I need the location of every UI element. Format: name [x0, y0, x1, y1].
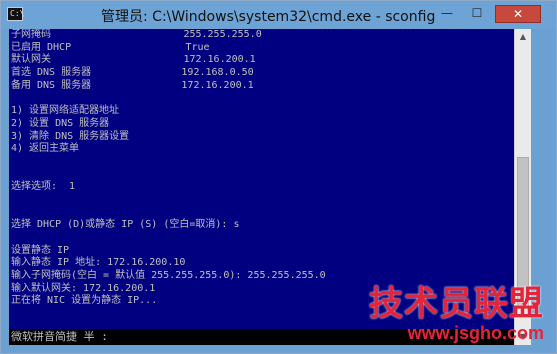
console-line: 输入静态 IP 地址: 172.16.200.10: [11, 257, 186, 269]
console-line: 已启用 DHCP True: [11, 41, 210, 53]
cmd-app-icon[interactable]: C:\: [7, 7, 25, 21]
minimize-button[interactable]: —: [433, 5, 461, 23]
watermark-url: www.jsgho.com: [407, 323, 544, 343]
maximize-button[interactable]: ☐: [463, 5, 491, 23]
console-line: 子网掩码 255.255.255.0: [11, 29, 262, 40]
console-line: 正在将 NIC 设置为静态 IP...: [11, 295, 158, 307]
console-line: 选择 DHCP (D)或静态 IP (S) (空白=取消): s: [11, 219, 240, 231]
console-line: 设置静态 IP: [11, 244, 70, 256]
watermark-site-name: 技术员联盟: [369, 284, 544, 324]
console-line: 首选 DNS 服务器 192.168.0.50: [11, 67, 254, 79]
site-watermark: 技术员联盟 www.jsgho.com: [369, 285, 544, 343]
console-line: 4) 返回主菜单: [11, 143, 80, 155]
console-output: 子网掩码 255.255.255.0 已启用 DHCP True 默认网关 17…: [11, 29, 326, 308]
console-line: 输入默认网关: 172.16.200.1: [11, 282, 156, 294]
window-title: 管理员: C:\Windows\system32\cmd.exe - sconf…: [101, 9, 436, 25]
console-line: 备用 DNS 服务器 172.16.200.1: [11, 79, 254, 91]
close-button[interactable]: ✕: [495, 5, 541, 23]
cmd-window: C:\ 管理员: C:\Windows\system32\cmd.exe - s…: [0, 0, 557, 354]
console-line: 输入子网掩码(空白 = 默认值 255.255.255.0): 255.255.…: [11, 270, 326, 282]
console-line: 3) 清除 DNS 服务器设置: [11, 130, 130, 142]
cmd-app-icon-label: C:\: [10, 9, 25, 18]
console-line: 默认网关 172.16.200.1: [11, 54, 256, 66]
console-line: 2) 设置 DNS 服务器: [11, 117, 110, 129]
title-bar[interactable]: C:\ 管理员: C:\Windows\system32\cmd.exe - s…: [1, 1, 556, 29]
console-line: 1) 设置网络适配器地址: [11, 105, 120, 117]
console-line: 选择选项: 1: [11, 181, 76, 193]
scroll-up-arrow-icon[interactable]: ▲: [515, 29, 531, 45]
